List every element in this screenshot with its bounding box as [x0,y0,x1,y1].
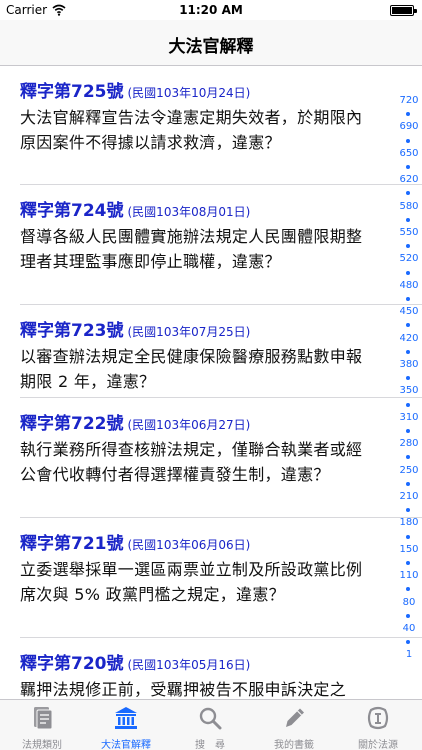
divider [20,184,422,185]
status-bar: Carrier 11:20 AM [0,0,422,20]
index-dot[interactable] [406,534,410,539]
index-label[interactable]: 350 [396,385,422,396]
tab-bookmarks[interactable]: 我的書籤 [252,700,336,750]
interpretation-summary: 以審查辦法規定全民健康保險醫療服務點數申報期限 2 年，違憲？ [20,347,363,391]
section-index[interactable]: 720 690 650 620 580 550 520 480 450 420 380 350 310 2… [396,95,422,670]
interpretation-number: 釋字第721號 [20,534,124,554]
interpretation-date: (民國103年06月06日) [127,538,251,552]
index-dot[interactable] [406,587,410,592]
tab-label: 大法官解釋 [101,740,151,750]
index-label[interactable]: 210 [396,491,422,502]
tab-search[interactable]: 搜 尋 [168,700,252,750]
index-dot[interactable] [406,244,410,249]
pencil-icon [286,708,304,727]
battery-icon [390,5,417,16]
search-icon [199,707,222,730]
index-label[interactable]: 40 [396,623,422,634]
tab-label: 關於法源 [358,740,398,750]
index-label[interactable]: 420 [396,333,422,344]
divider [20,397,422,398]
tab-regulation-categories[interactable]: 法規類別 [0,700,84,750]
tab-label: 搜 尋 [195,740,225,750]
index-label[interactable]: 310 [396,412,422,423]
interpretation-date: (民國103年07月25日) [127,325,251,339]
index-label[interactable]: 250 [396,465,422,476]
index-dot[interactable] [406,138,410,143]
index-label[interactable]: 180 [396,517,422,528]
index-label[interactable]: 520 [396,253,422,264]
interpretation-date: (民國103年08月01日) [127,205,251,219]
index-dot[interactable] [406,191,410,196]
index-dot[interactable] [406,429,410,433]
tab-label: 法規類別 [22,740,62,750]
interpretation-date: (民國103年10月24日) [127,86,251,100]
logo-icon [367,706,389,730]
index-label[interactable]: 620 [396,174,422,185]
index-dot[interactable] [406,349,410,354]
document-icon [34,707,53,730]
interpretation-date: (民國103年05月16日) [127,658,251,672]
index-dot[interactable] [406,455,410,460]
index-label[interactable]: 550 [396,227,422,238]
index-label[interactable]: 280 [396,438,422,449]
index-label[interactable]: 450 [396,306,422,317]
interpretation-number: 釋字第724號 [20,201,124,221]
clock: 11:20 AM [179,3,243,17]
interpretation-number: 釋字第720號 [20,654,124,674]
index-dot[interactable] [406,112,410,117]
index-label[interactable]: 690 [396,121,422,132]
index-dot[interactable] [406,508,410,513]
index-label[interactable]: 720 [396,95,422,106]
interpretation-number: 釋字第725號 [20,82,124,102]
index-label[interactable]: 1 [396,649,422,660]
tab-interpretations[interactable]: 大法官解釋 [84,700,168,750]
divider [20,517,422,518]
interpretation-summary: 執行業務所得查核辦法規定，僅聯合執業者或經公會代收轉付者得選擇權責發生制，違憲？ [20,440,363,484]
index-dot[interactable] [406,561,410,565]
interpretation-number: 釋字第722號 [20,414,124,434]
divider [20,637,422,638]
tab-label: 我的書籤 [274,740,314,750]
interpretation-summary: 立委選舉採單一選區兩票並立制及所設政黨比例席次與 5% 政黨門檻之規定，違憲？ [20,560,363,604]
index-label[interactable]: 650 [396,148,422,159]
navigation-bar: 大法官解釋 [0,20,422,66]
interpretation-number: 釋字第723號 [20,321,124,341]
interpretation-list[interactable]: 釋字第725號 (民國103年10月24日) 大法官解釋宣告法令違憲定期失效者，於… [0,67,422,699]
interpretation-summary: 督導各級人民團體實施辦法規定人民團體限期整理者其理監事應即停止職權，違憲？ [20,227,363,271]
index-label[interactable]: 580 [396,201,422,212]
interpretation-summary: 大法官解釋宣告法令違憲定期失效者，於期限內原因案件不得據以請求救濟，違憲？ [20,108,363,152]
index-dot[interactable] [406,376,410,381]
index-dot[interactable] [406,165,410,169]
index-label[interactable]: 480 [396,280,422,291]
index-dot[interactable] [406,481,410,486]
interpretation-summary: 羈押法規修正前，受羈押被告不服申訴決定之 [20,680,347,699]
tab-about[interactable]: 關於法源 [336,700,420,750]
index-dot[interactable] [406,217,410,222]
page-title: 大法官解釋 [168,37,254,57]
index-dot[interactable] [406,270,410,275]
index-dot[interactable] [406,613,410,618]
index-dot[interactable] [406,297,410,301]
tab-bar: 法規類別 大法官解釋 搜 尋 我的書籤 關於法源 [0,699,422,750]
index-label[interactable]: 380 [396,359,422,370]
index-dot[interactable] [406,640,410,645]
courthouse-icon [115,707,137,729]
interpretation-date: (民國103年06月27日) [127,418,251,432]
index-dot[interactable] [406,323,410,328]
divider [20,304,422,305]
index-label[interactable]: 110 [396,570,422,581]
index-label[interactable]: 150 [396,544,422,555]
index-dot[interactable] [406,402,410,407]
index-label[interactable]: 80 [396,597,422,608]
